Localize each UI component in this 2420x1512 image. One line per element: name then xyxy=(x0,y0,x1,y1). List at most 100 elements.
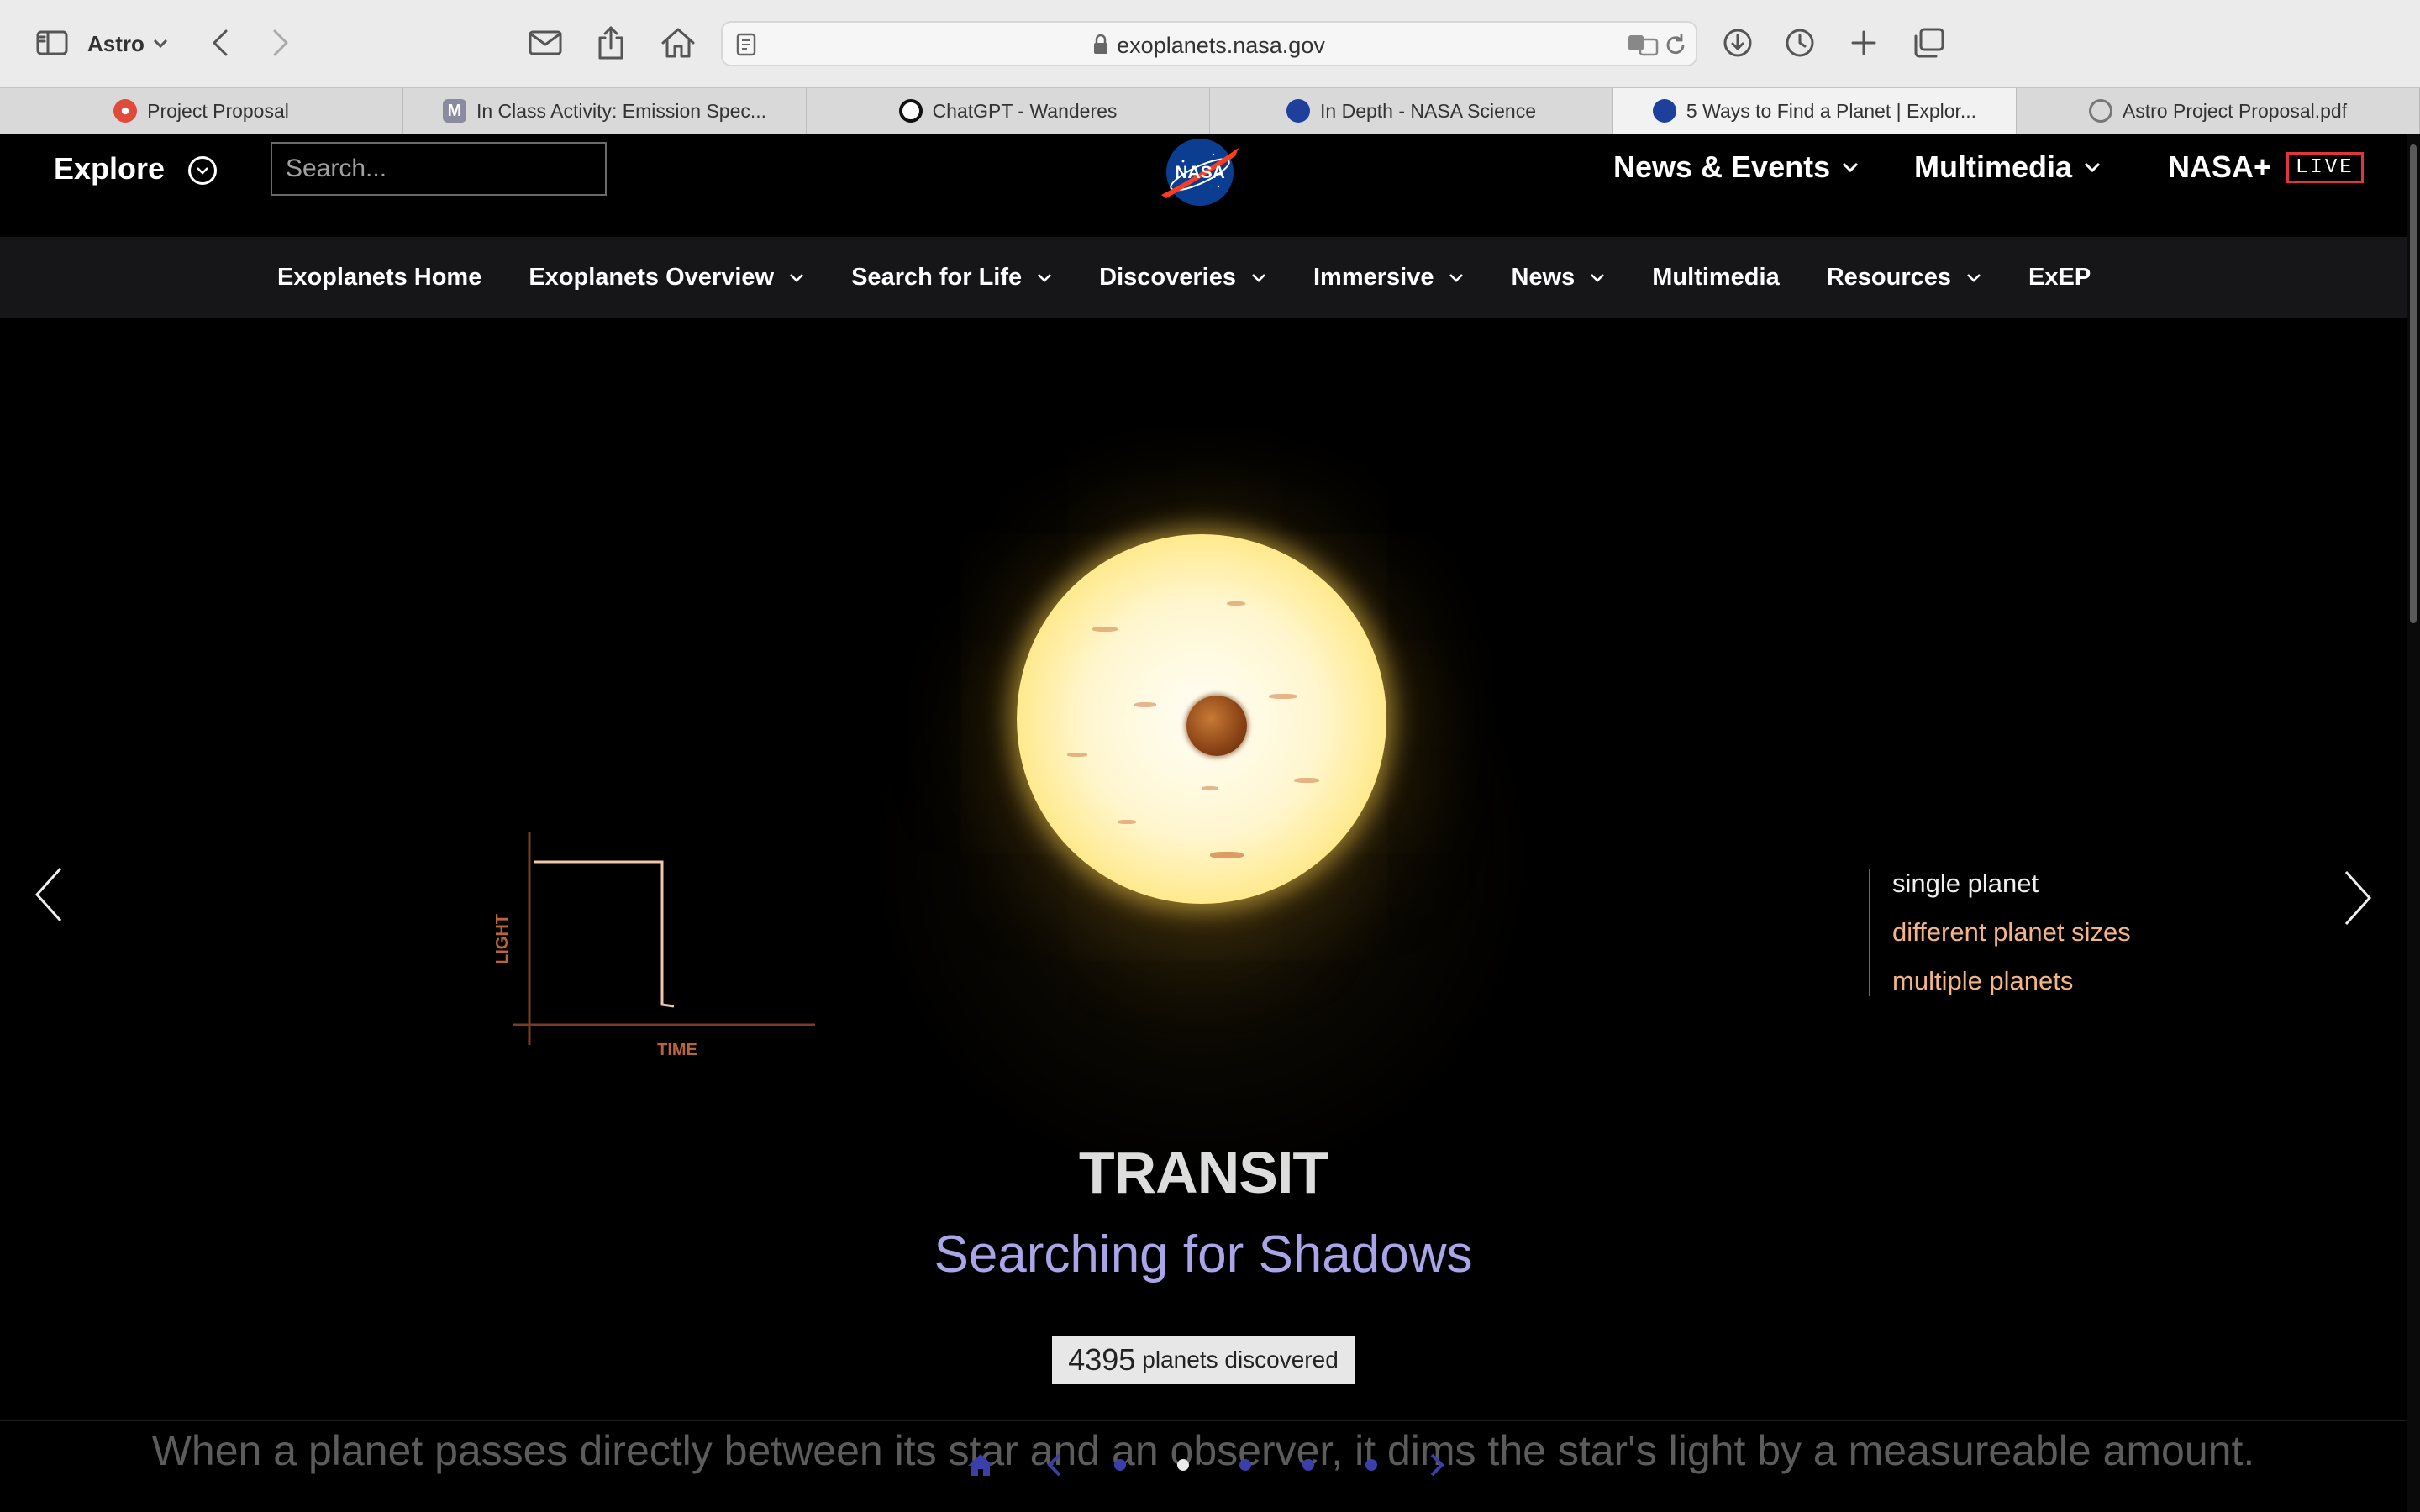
chatgpt-logo-icon xyxy=(898,99,923,123)
tab-in-class-activity[interactable]: M In Class Activity: Emission Spec... xyxy=(403,88,807,134)
section-title: TRANSIT xyxy=(1078,1140,1328,1205)
nasa-logo[interactable]: NASA xyxy=(1158,136,1242,208)
home-icon[interactable] xyxy=(657,17,699,69)
nasa-favicon-icon xyxy=(1286,99,1311,123)
site-search-input[interactable] xyxy=(271,142,607,196)
sidebar-toggle-icon[interactable] xyxy=(32,17,72,69)
subnav-discoveries[interactable]: Discoveries xyxy=(1099,264,1266,291)
chevron-down-icon xyxy=(1038,273,1052,282)
live-badge: LIVE xyxy=(2286,151,2364,183)
transit-options: single planet different planet sizes mul… xyxy=(1869,869,2131,996)
subnav-label: Search for Life xyxy=(851,263,1023,291)
lock-icon xyxy=(1094,34,1108,54)
chevron-down-icon xyxy=(2084,162,2101,172)
tab-title: In Class Activity: Emission Spec... xyxy=(476,99,767,122)
nav-label: News & Events xyxy=(1613,150,1831,184)
forward-icon[interactable] xyxy=(262,17,299,69)
browser-toolbar: Astro exoplanets.nasa.gov xyxy=(0,0,2420,87)
explore-menu[interactable]: Explore xyxy=(54,151,165,186)
tab-title: In Depth - NASA Science xyxy=(1320,99,1536,122)
history-icon[interactable] xyxy=(1783,17,1817,69)
option-single-planet[interactable]: single planet xyxy=(1892,869,2131,899)
chevron-down-icon xyxy=(1967,273,1981,282)
slide-navigation xyxy=(966,1446,1445,1483)
nav-label: Multimedia xyxy=(1914,150,2073,184)
tab-title: ChatGPT - Wanderes xyxy=(932,99,1118,122)
mail-icon[interactable] xyxy=(524,17,566,69)
chevron-down-icon xyxy=(790,273,804,282)
section-subtitle: Searching for Shadows xyxy=(934,1226,1473,1284)
tab-title: Astro Project Proposal.pdf xyxy=(2122,99,2348,122)
tab-nasa-science[interactable]: In Depth - NASA Science xyxy=(1210,88,1613,134)
next-icon[interactable] xyxy=(1428,1452,1445,1478)
subnav-exoplanets-overview[interactable]: Exoplanets Overview xyxy=(529,264,804,291)
subnav-exep[interactable]: ExEP xyxy=(2028,264,2091,291)
previous-slide-arrow-icon[interactable] xyxy=(32,865,66,924)
new-tab-icon[interactable] xyxy=(1847,17,1881,69)
url-text: exoplanets.nasa.gov xyxy=(1117,33,1325,58)
exoplanets-subnav: Exoplanets Home Exoplanets Overview Sear… xyxy=(0,237,2407,318)
nav-label: NASA+ xyxy=(2168,150,2272,184)
page-scrollbar[interactable] xyxy=(2407,134,2420,1512)
site-header: Explore NASA News & Events Multimedia NA… xyxy=(0,134,2407,237)
subnav-exoplanets-home[interactable]: Exoplanets Home xyxy=(277,264,481,291)
subnav-resources[interactable]: Resources xyxy=(1827,264,1981,291)
slide-dot[interactable] xyxy=(1302,1459,1315,1471)
divider xyxy=(0,1420,2407,1421)
translate-icon[interactable] xyxy=(1627,33,1660,56)
subnav-news[interactable]: News xyxy=(1511,264,1605,291)
subnav-multimedia[interactable]: Multimedia xyxy=(1652,264,1779,291)
explore-chevron-icon[interactable] xyxy=(188,156,217,185)
slide-dot[interactable] xyxy=(1365,1459,1378,1471)
nav-nasa-plus[interactable]: NASA+ LIVE xyxy=(2168,150,2364,185)
slide-dot[interactable] xyxy=(1239,1459,1252,1471)
tab-title: 5 Ways to Find a Planet | Explor... xyxy=(1686,99,1977,122)
back-icon[interactable] xyxy=(202,17,239,69)
m-logo-icon: M xyxy=(442,99,466,123)
transit-hero: LIGHT TIME single planet different plane… xyxy=(0,318,2407,1512)
tab-overview-icon[interactable] xyxy=(1911,17,1946,69)
next-slide-arrow-icon[interactable] xyxy=(2341,869,2375,927)
chevron-down-icon xyxy=(1449,273,1464,282)
scrollbar-thumb[interactable] xyxy=(2410,144,2417,623)
subnav-immersive[interactable]: Immersive xyxy=(1313,264,1465,291)
slide-dot-active[interactable] xyxy=(1176,1459,1189,1471)
reload-icon[interactable] xyxy=(1664,33,1687,58)
tab-5-ways-to-find-a-planet[interactable]: 5 Ways to Find a Planet | Explor... xyxy=(1613,88,2017,134)
chevron-down-icon xyxy=(1252,273,1265,282)
planet-count: 4395 xyxy=(1068,1342,1136,1377)
subnav-label: Exoplanets Overview xyxy=(529,263,775,291)
chevron-down-icon xyxy=(153,39,167,49)
subnav-label: News xyxy=(1511,263,1576,291)
address-bar[interactable]: exoplanets.nasa.gov xyxy=(721,21,1697,66)
compass-icon xyxy=(2088,99,2112,123)
previous-icon[interactable] xyxy=(1046,1452,1063,1478)
planet-count-label: planets discovered xyxy=(1142,1347,1339,1373)
downloads-icon[interactable] xyxy=(1721,17,1754,69)
subnav-label: Exoplanets Home xyxy=(277,263,482,291)
tab-chatgpt[interactable]: ChatGPT - Wanderes xyxy=(807,88,1210,134)
subnav-label: Discoveries xyxy=(1099,263,1236,291)
tab-title: Project Proposal xyxy=(147,99,289,122)
share-icon[interactable] xyxy=(592,17,630,69)
chevron-down-icon xyxy=(1591,273,1605,282)
favicon-icon xyxy=(113,99,138,123)
graph-y-label: LIGHT xyxy=(493,914,512,964)
option-different-planet-sizes[interactable]: different planet sizes xyxy=(1892,917,2131,948)
transiting-planet xyxy=(1186,696,1247,756)
nav-news-events[interactable]: News & Events xyxy=(1613,150,1859,185)
tab-project-proposal[interactable]: Project Proposal xyxy=(0,88,403,134)
subnav-label: Multimedia xyxy=(1652,263,1780,291)
home-icon[interactable] xyxy=(966,1452,995,1478)
subnav-label: Resources xyxy=(1826,263,1952,291)
url-display: exoplanets.nasa.gov xyxy=(723,33,1696,59)
planet-count-badge: 4395 planets discovered xyxy=(1052,1336,1355,1384)
profile-menu[interactable]: Astro xyxy=(87,27,168,60)
nav-multimedia[interactable]: Multimedia xyxy=(1914,150,2101,185)
option-multiple-planets[interactable]: multiple planets xyxy=(1892,966,2131,996)
subnav-search-for-life[interactable]: Search for Life xyxy=(851,264,1052,291)
light-curve-graph: LIGHT TIME xyxy=(493,832,815,1059)
tab-astro-project-proposal-pdf[interactable]: Astro Project Proposal.pdf xyxy=(2017,88,2420,134)
slide-dot[interactable] xyxy=(1113,1459,1126,1471)
chevron-down-icon xyxy=(1843,162,1859,172)
